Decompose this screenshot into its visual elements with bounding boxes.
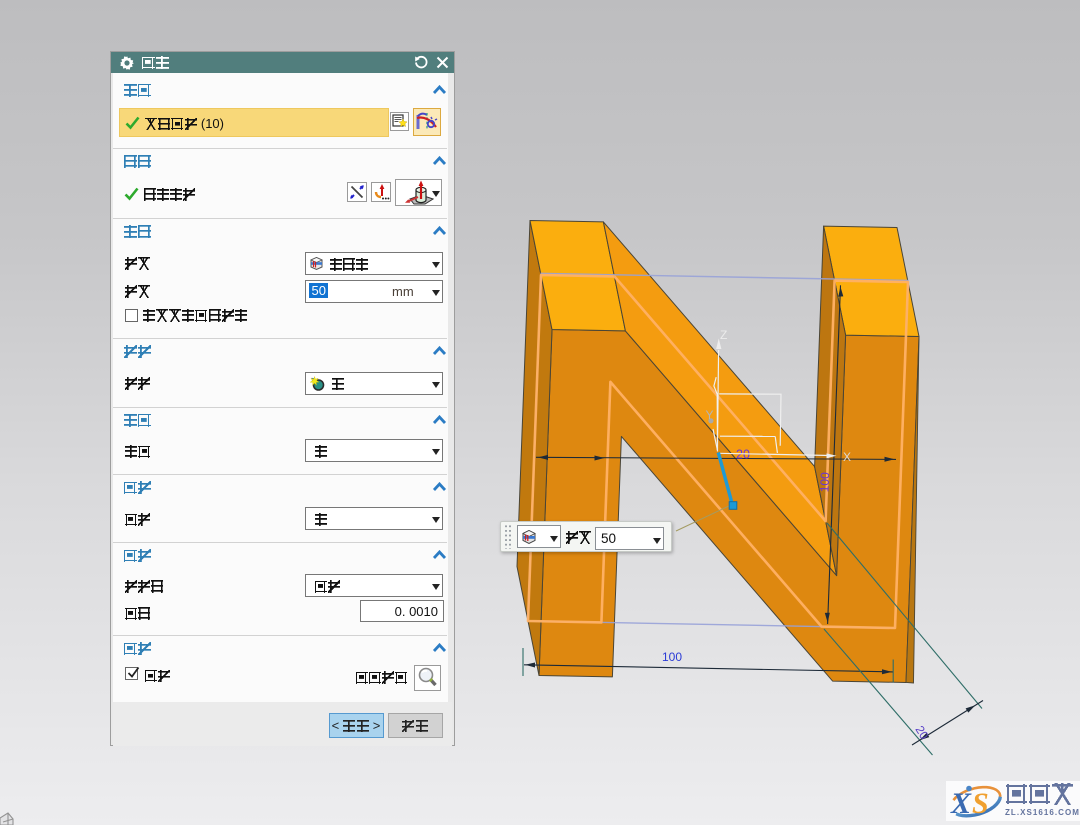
svg-text:20: 20 [736,448,750,462]
svg-text:X: X [950,787,972,820]
svg-text:100: 100 [662,650,682,664]
svg-text:20: 20 [912,723,931,742]
svg-text:S: S [972,787,989,820]
svg-text:X: X [843,450,851,464]
svg-text:Y: Y [706,408,714,422]
svg-text:Z: Z [720,328,727,342]
svg-text:100: 100 [817,472,832,493]
